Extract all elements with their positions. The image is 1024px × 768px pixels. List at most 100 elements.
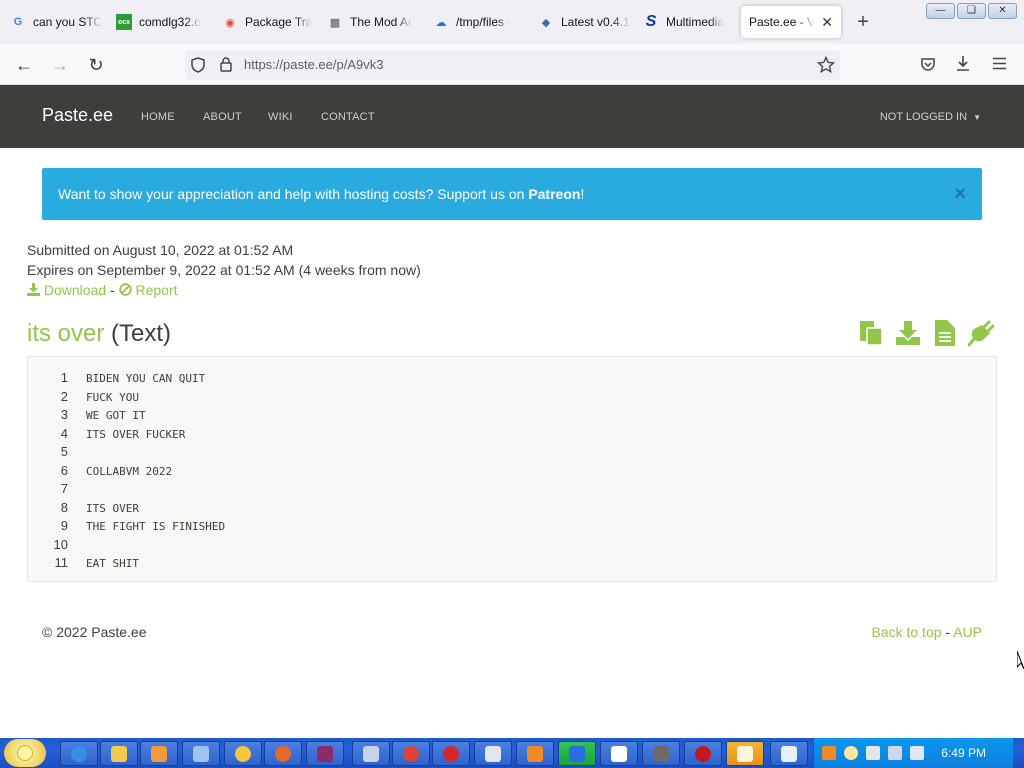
forward-arrow-icon[interactable]: →	[46, 52, 74, 78]
tab-comdlg32[interactable]: ocx comdlg32.o	[116, 6, 208, 38]
nav-home[interactable]: HOME	[141, 111, 175, 123]
tab-latest-release[interactable]: ◆ Latest v0.4.1	[538, 6, 630, 38]
nav-contact[interactable]: CONTACT	[321, 111, 375, 123]
taskbar-red-disc[interactable]	[684, 741, 722, 766]
minimize-button[interactable]: —	[926, 3, 955, 19]
report-label: Report	[135, 282, 178, 298]
hamburger-menu-icon[interactable]	[992, 57, 1007, 70]
close-tab-icon[interactable]: ✕	[821, 14, 833, 31]
taskbar-green-app[interactable]	[558, 741, 596, 766]
back-arrow-icon[interactable]: ←	[10, 52, 38, 78]
close-alert-icon[interactable]: ×	[954, 183, 966, 206]
download-link[interactable]: Download	[27, 282, 110, 298]
diamond-icon: ◆	[541, 16, 551, 29]
ban-icon	[118, 283, 132, 296]
tab-label: Paste.ee - Vie	[749, 15, 815, 29]
report-link[interactable]: Report	[118, 282, 178, 298]
new-tab-button[interactable]: +	[853, 12, 873, 32]
copy-icon[interactable]	[858, 319, 884, 347]
site-brand[interactable]: Paste.ee	[42, 105, 113, 126]
taskbar-vlc[interactable]	[516, 741, 554, 766]
maximize-button[interactable]: ❏	[957, 3, 986, 19]
line-number: 7	[60, 481, 68, 496]
taskbar-firefox[interactable]	[264, 741, 302, 766]
browser-tab-strip: G can you STO ocx comdlg32.o ◉ Package T…	[0, 0, 1024, 44]
film-icon	[653, 746, 669, 762]
raw-file-icon[interactable]	[932, 319, 958, 347]
code-line: THE FIGHT IS FINISHED	[86, 520, 226, 533]
download-paste-icon[interactable]	[895, 319, 921, 347]
vlc-tray-icon[interactable]	[822, 746, 836, 760]
downloads-icon[interactable]	[955, 55, 971, 73]
line-number: 9	[60, 518, 68, 533]
site-navbar: Paste.ee HOME ABOUT WIKI CONTACT NOT LOG…	[0, 85, 1024, 148]
code-line: BIDEN YOU CAN QUIT	[86, 372, 206, 385]
taskbar-folder[interactable]	[100, 741, 138, 766]
paste-content[interactable]: 1 2 3 4 5 6 7 8 9 10 11 BIDEN YOU CAN QUIT FUCK YOU…	[27, 356, 997, 582]
alert-text: Want to show your appreciation and help …	[58, 186, 584, 202]
taskbar-winrar[interactable]	[306, 741, 344, 766]
taskbar-gears[interactable]	[352, 741, 390, 766]
taskbar-media[interactable]	[140, 741, 178, 766]
bookmark-star-icon[interactable]	[817, 56, 835, 74]
line-number: 10	[53, 536, 68, 552]
taskbar-film[interactable]	[642, 741, 680, 766]
nav-wiki[interactable]: WIKI	[268, 111, 293, 123]
s-icon: S	[645, 13, 657, 30]
paste-name: its over	[27, 320, 105, 347]
pocket-icon[interactable]	[920, 56, 936, 72]
download-label: Download	[43, 282, 107, 298]
paste-title: its over (Text)	[27, 320, 171, 348]
tab-google-search[interactable]: G can you STO	[10, 6, 102, 38]
network-tray-icon[interactable]	[888, 746, 902, 760]
patreon-link[interactable]: Patreon	[528, 186, 580, 202]
tab-package-tracker[interactable]: ◉ Package Tra	[222, 6, 314, 38]
green-loop-icon	[569, 746, 585, 762]
tab-label: comdlg32.o	[139, 15, 202, 29]
internet-explorer-icon	[71, 746, 87, 762]
submitted-date: Submitted on August 10, 2022 at 01:52 AM	[27, 242, 294, 258]
back-to-top-link[interactable]: Back to top	[871, 624, 941, 640]
shield-icon[interactable]	[191, 57, 205, 73]
paste-format: (Text)	[111, 320, 172, 347]
url-text[interactable]: https://paste.ee/p/A9vk3	[244, 57, 383, 72]
windows-taskbar: 6:49 PM	[0, 738, 1024, 768]
taskbar-red-app[interactable]	[432, 741, 470, 766]
taskbar-network[interactable]	[182, 741, 220, 766]
reload-icon[interactable]: ↻	[82, 52, 110, 78]
smiley-tray-icon[interactable]	[844, 746, 858, 760]
footer-copyright: © 2022 Paste.ee	[42, 624, 147, 640]
taskbar-chrome[interactable]	[392, 741, 430, 766]
start-button[interactable]	[4, 739, 46, 767]
line-number: 11	[54, 555, 69, 570]
alert-suffix: !	[580, 186, 585, 202]
taskbar-clock[interactable]: 6:49 PM	[941, 746, 986, 760]
nav-about[interactable]: ABOUT	[203, 111, 242, 123]
firefox-icon	[275, 746, 291, 762]
volume-icon[interactable]	[910, 746, 924, 760]
lock-icon[interactable]	[220, 57, 232, 72]
plug-icon[interactable]	[968, 319, 994, 347]
taskbar-flag[interactable]	[474, 741, 512, 766]
tab-paste-ee[interactable]: Paste.ee - Vie ✕	[741, 6, 841, 38]
aup-link[interactable]: AUP	[953, 624, 982, 640]
windows-stack-icon	[737, 746, 753, 762]
vlc-cone-icon	[527, 746, 543, 762]
folder-icon	[111, 746, 127, 762]
taskbar-notes[interactable]	[770, 741, 808, 766]
tab-tmp-files[interactable]: ☁ /tmp/files -	[433, 6, 525, 38]
code-line: ITS OVER	[86, 501, 139, 515]
taskbar-ie[interactable]	[60, 741, 98, 766]
tab-label: The Mod Ar	[350, 15, 413, 29]
login-dropdown[interactable]: NOT LOGGED IN ▼	[880, 111, 981, 123]
flag-tray-icon[interactable]	[866, 746, 880, 760]
close-window-button[interactable]: ✕	[988, 3, 1017, 19]
tab-label: Latest v0.4.1	[561, 15, 630, 29]
taskbar-windows[interactable]	[726, 741, 764, 766]
taskbar-messenger[interactable]	[224, 741, 262, 766]
address-bar[interactable]: https://paste.ee/p/A9vk3	[185, 50, 840, 80]
tab-mod-archive[interactable]: ▩ The Mod Ar	[327, 6, 419, 38]
taskbar-notepad[interactable]	[600, 741, 638, 766]
tab-multimedia[interactable]: S Multimedia	[643, 6, 735, 38]
link-separator: -	[110, 282, 115, 298]
